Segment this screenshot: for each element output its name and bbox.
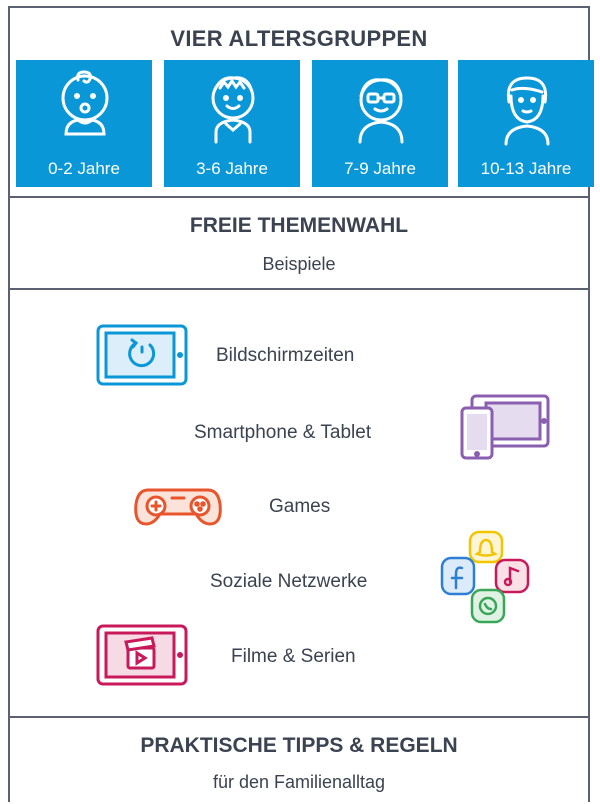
section-divider [8, 288, 590, 290]
topic-label: Smartphone & Tablet [194, 422, 372, 443]
section-divider [8, 196, 590, 198]
gamepad-icon [134, 488, 222, 526]
age-card-3-6: 3-6 Jahre [164, 60, 300, 187]
topic-label: Bildschirmzeiten [216, 345, 355, 366]
age-label: 7-9 Jahre [344, 159, 416, 178]
glasses-child-icon [358, 78, 404, 144]
tablet-timer-icon [96, 324, 188, 386]
age-card-10-13: 10-13 Jahre [458, 60, 594, 187]
tips-title: PRAKTISCHE TIPPS & REGELN [140, 734, 458, 757]
teen-icon [504, 76, 550, 146]
tips-subtitle: für den Familienalltag [212, 772, 386, 792]
age-label: 10-13 Jahre [480, 159, 572, 178]
tablet-film-icon [96, 624, 188, 686]
child-icon [211, 76, 255, 144]
age-card-0-2: 0-2 Jahre [16, 60, 152, 187]
topics-subtitle: Beispiele [262, 254, 336, 274]
topics-title: FREIE THEMENWAHL [189, 214, 409, 237]
age-card-7-9: 7-9 Jahre [312, 60, 448, 187]
topic-label: Soziale Netzwerke [210, 571, 368, 592]
topic-label: Filme & Serien [231, 646, 356, 667]
social-apps-icon [440, 530, 530, 624]
section-divider [8, 716, 590, 718]
topic-label: Games [269, 496, 331, 517]
age-label: 3-6 Jahre [196, 159, 268, 178]
baby-icon [61, 70, 109, 136]
age-label: 0-2 Jahre [48, 159, 120, 178]
age-groups-title: VIER ALTERSGRUPPEN [170, 26, 428, 51]
phone-tablet-icon [460, 394, 550, 460]
